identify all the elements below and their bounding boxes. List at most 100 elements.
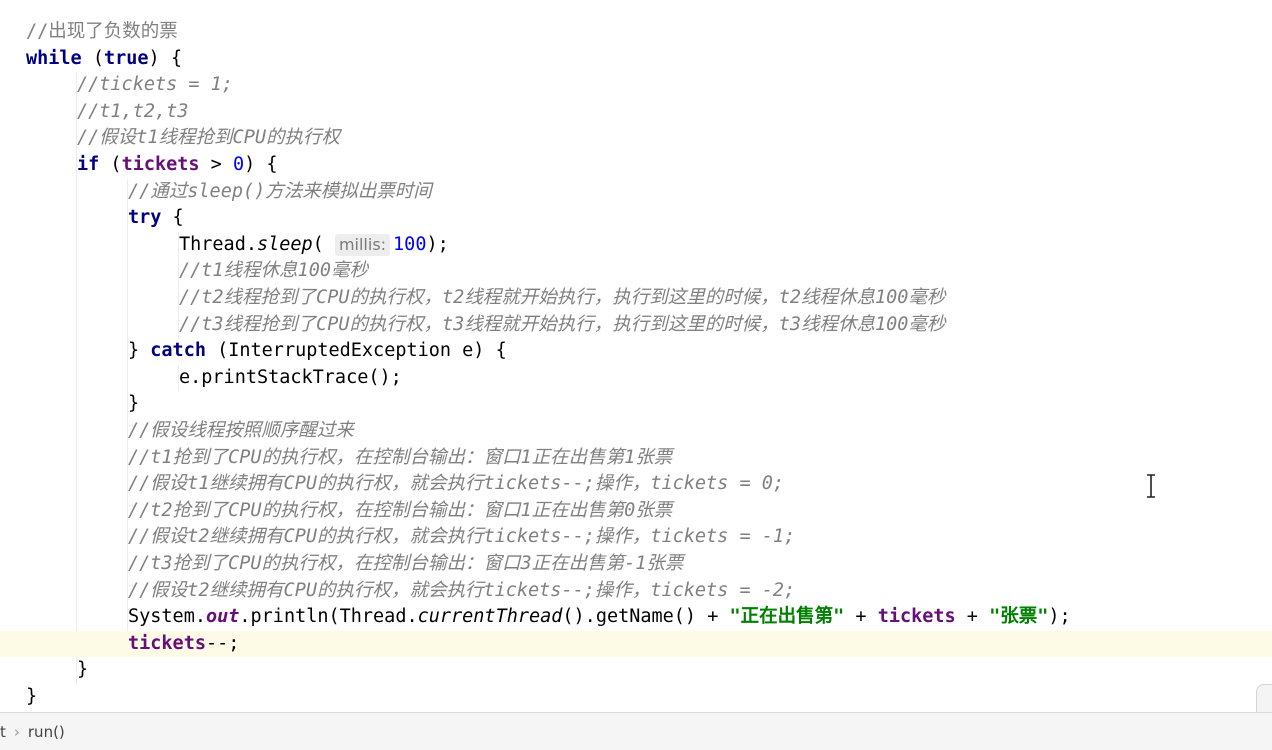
code-token: catch — [150, 340, 206, 362]
code-line-content: //通过sleep()方法来模拟出票时间 — [128, 179, 432, 206]
code-token: //t2线程抢到了CPU的执行权，t2线程就开始执行，执行到这里的时候，t2线程… — [179, 287, 946, 308]
code-line[interactable]: //t2线程抢到了CPU的执行权，t2线程就开始执行，执行到这里的时候，t2线程… — [0, 285, 1272, 312]
code-line[interactable]: } — [0, 684, 1272, 711]
code-line[interactable]: //tickets = 1; — [0, 72, 1272, 99]
code-line[interactable]: } — [0, 391, 1272, 418]
code-line[interactable]: } catch (InterruptedException e) { — [0, 338, 1272, 365]
code-token: ) { — [148, 47, 182, 69]
code-token: "正在出售第" — [729, 606, 845, 628]
code-line-content: try { — [128, 205, 184, 232]
code-line[interactable]: //通过sleep()方法来模拟出票时间 — [0, 179, 1272, 206]
code-line[interactable]: try { — [0, 205, 1272, 232]
code-token: tickets — [877, 606, 956, 628]
breadcrumb-item-method[interactable]: run() — [28, 723, 65, 741]
code-line-content: } — [128, 391, 139, 418]
code-token: ( — [81, 47, 104, 69]
code-line-content: if (tickets > 0) { — [77, 152, 278, 179]
code-line-content: //t3线程抢到了CPU的执行权，t3线程就开始执行，执行到这里的时候，t3线程… — [179, 312, 945, 339]
code-token: tickets — [128, 632, 206, 654]
code-line[interactable]: //假设线程按照顺序醒过来 — [0, 418, 1272, 445]
code-token: --; — [205, 632, 240, 654]
code-token: ( — [312, 233, 335, 255]
code-token: { — [161, 207, 184, 229]
code-line[interactable]: //假设t1继续拥有CPU的执行权，就会执行tickets--;操作，ticke… — [0, 471, 1272, 498]
code-token: System. — [128, 606, 206, 628]
code-line-content: //t2抢到了CPU的执行权，在控制台输出：窗口1正在出售第0张票 — [128, 498, 672, 525]
code-line-content: //t1抢到了CPU的执行权，在控制台输出：窗口1正在出售第1张票 — [128, 445, 672, 472]
code-line-content: while (true) { — [26, 46, 182, 73]
code-line[interactable]: //t2抢到了CPU的执行权，在控制台输出：窗口1正在出售第0张票 — [0, 498, 1272, 525]
code-line-content: } — [77, 657, 88, 684]
code-line-content: //t1,t2,t3 — [77, 99, 188, 126]
code-line-content: //假设t2继续拥有CPU的执行权，就会执行tickets--;操作，ticke… — [128, 578, 795, 605]
code-token: if — [77, 154, 100, 175]
code-line-current[interactable]: tickets--; — [0, 630, 1272, 658]
code-line[interactable]: while (true) { — [0, 46, 1272, 73]
code-token: out — [205, 606, 240, 628]
code-line-content: Thread.sleep( millis: 100); — [179, 232, 449, 259]
code-line-content: //假设t2继续拥有CPU的执行权，就会执行tickets--;操作，ticke… — [128, 524, 795, 551]
code-line-content: //出现了负数的票 — [26, 19, 178, 46]
code-token: + — [844, 606, 878, 628]
code-line[interactable]: Thread.sleep( millis: 100); — [0, 232, 1272, 259]
code-token: //假设t2继续拥有CPU的执行权，就会执行tickets--;操作，ticke… — [128, 526, 796, 548]
code-token: } — [128, 340, 151, 362]
code-token: e.printStackTrace(); — [179, 366, 402, 388]
code-line[interactable]: //假设t1线程抢到CPU的执行权 — [0, 125, 1272, 152]
code-line[interactable]: //假设t2继续拥有CPU的执行权，就会执行tickets--;操作，ticke… — [0, 524, 1272, 551]
breadcrumb: t › run() — [0, 712, 1272, 750]
code-token: currentThread — [417, 606, 563, 628]
code-line-content: } — [26, 684, 37, 711]
code-token: while — [26, 47, 82, 69]
code-token: try — [128, 207, 162, 229]
breadcrumb-separator-icon: › — [13, 722, 20, 741]
code-token: //假设t1线程抢到CPU的执行权 — [77, 127, 340, 149]
parameter-hint: millis: — [334, 233, 391, 256]
code-token: 100 — [393, 233, 427, 255]
code-line[interactable]: //t1抢到了CPU的执行权，在控制台输出：窗口1正在出售第1张票 — [0, 445, 1272, 472]
code-line[interactable]: //假设t2继续拥有CPU的执行权，就会执行tickets--;操作，ticke… — [0, 578, 1272, 605]
code-line[interactable]: //t1,t2,t3 — [0, 99, 1272, 126]
code-line-content: //t3抢到了CPU的执行权，在控制台输出：窗口3正在出售第-1张票 — [128, 551, 683, 578]
code-token: ( — [99, 154, 122, 175]
code-line-content: System.out.println(Thread.currentThread(… — [128, 604, 1071, 631]
code-line[interactable]: System.out.println(Thread.currentThread(… — [0, 604, 1272, 631]
code-token: //t2抢到了CPU的执行权，在控制台输出：窗口1正在出售第0张票 — [128, 499, 673, 521]
code-token: ().getName() + — [562, 606, 730, 628]
code-token: } — [26, 686, 38, 707]
code-token: "张票" — [989, 606, 1049, 628]
code-token: true — [103, 47, 149, 69]
code-token: //t3线程抢到了CPU的执行权，t3线程就开始执行，执行到这里的时候，t3线程… — [179, 313, 946, 335]
code-token: ) { — [244, 154, 278, 175]
code-token: //tickets = 1; — [77, 74, 233, 96]
code-line[interactable]: //t3抢到了CPU的执行权，在控制台输出：窗口3正在出售第-1张票 — [0, 551, 1272, 578]
code-token: > — [199, 154, 233, 175]
code-token: tickets — [121, 154, 200, 175]
code-token: //t3抢到了CPU的执行权，在控制台输出：窗口3正在出售第-1张票 — [128, 553, 684, 574]
code-token: (InterruptedException e) { — [205, 340, 507, 362]
code-token: } — [77, 659, 89, 681]
code-line[interactable]: } — [0, 657, 1272, 684]
code-token: ); — [426, 233, 449, 255]
code-token: //假设t2继续拥有CPU的执行权，就会执行tickets--;操作，ticke… — [128, 579, 796, 601]
code-line-content: e.printStackTrace(); — [179, 365, 402, 392]
code-token: .println(Thread. — [239, 606, 418, 628]
code-line-content: //假设线程按照顺序醒过来 — [128, 418, 354, 445]
code-line-content: tickets--; — [128, 631, 239, 658]
code-token: ); — [1048, 606, 1071, 628]
code-line[interactable]: //t1线程休息100毫秒 — [0, 258, 1272, 285]
code-editor[interactable]: //出现了负数的票 while (true) {//tickets = 1;//t… — [0, 0, 1272, 712]
code-line[interactable]: e.printStackTrace(); — [0, 365, 1272, 392]
code-line[interactable]: //出现了负数的票 — [0, 19, 1272, 46]
breadcrumb-item-class[interactable]: t — [0, 723, 6, 741]
code-token: //通过sleep()方法来模拟出票时间 — [128, 180, 432, 202]
code-line[interactable]: if (tickets > 0) { — [0, 152, 1272, 179]
code-line-content: //假设t1继续拥有CPU的执行权，就会执行tickets--;操作，ticke… — [128, 471, 784, 498]
code-line[interactable]: //t3线程抢到了CPU的执行权，t3线程就开始执行，执行到这里的时候，t3线程… — [0, 312, 1272, 339]
code-token: //t1线程休息100毫秒 — [179, 260, 368, 282]
text-cursor-icon — [1144, 474, 1158, 498]
code-token: //假设t1继续拥有CPU的执行权，就会执行tickets--;操作，ticke… — [128, 473, 785, 495]
code-token: //t1抢到了CPU的执行权，在控制台输出：窗口1正在出售第1张票 — [128, 446, 673, 468]
code-line-content: //假设t1线程抢到CPU的执行权 — [77, 125, 340, 152]
code-token: //出现了负数的票 — [26, 21, 178, 42]
